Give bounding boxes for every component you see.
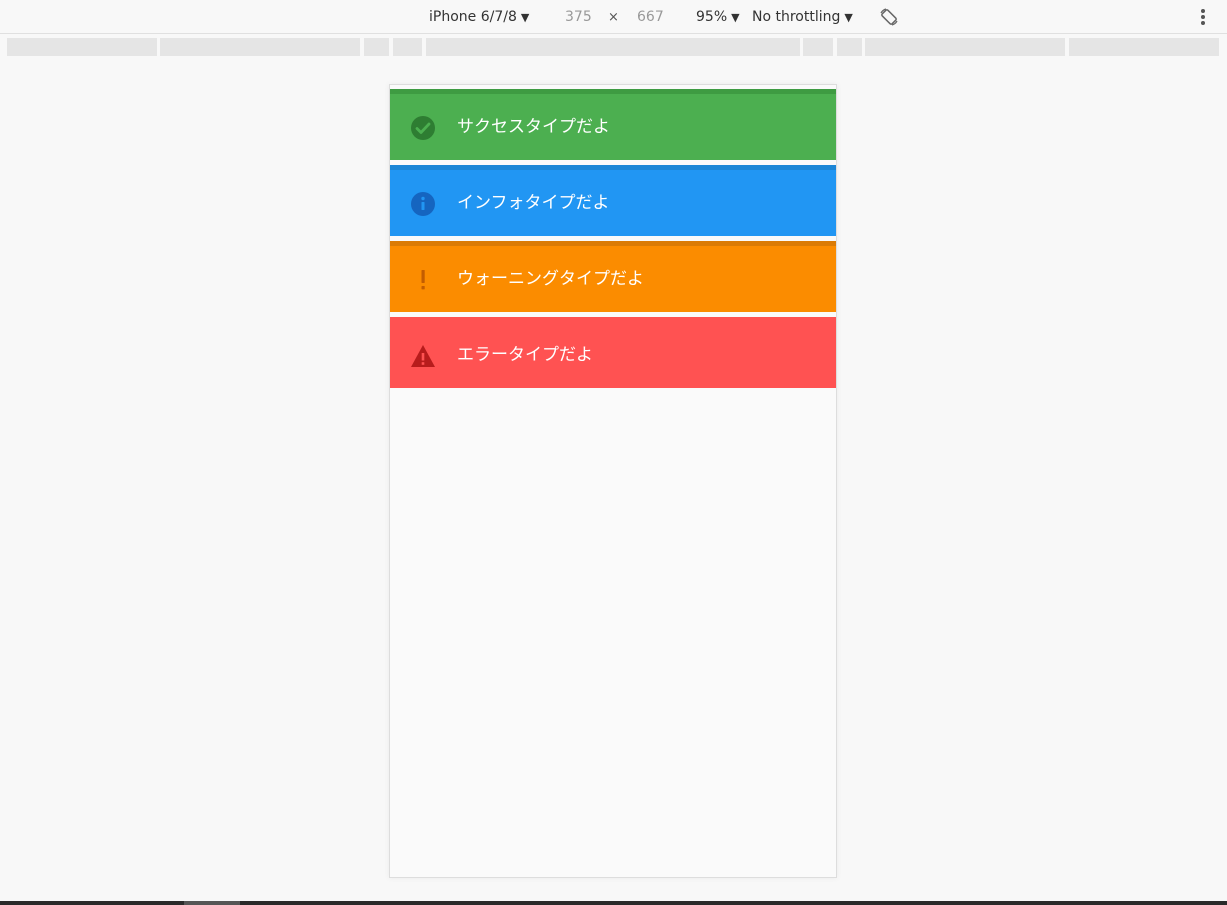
media-query-segment[interactable] bbox=[803, 38, 833, 56]
dimension-separator: × bbox=[608, 10, 619, 25]
devtools-device-emulator: iPhone 6/7/8 ▼ 375 × 667 95% ▼ No throttli… bbox=[0, 0, 1227, 905]
throttling-select[interactable]: No throttling ▼ bbox=[752, 0, 853, 34]
info-icon bbox=[411, 192, 435, 216]
rotate-button[interactable] bbox=[878, 7, 900, 27]
rotate-icon bbox=[880, 8, 898, 26]
device-viewport: サクセスタイプだよ インフォタイプだよ ウォーニングタイプだよ エラータイプだよ bbox=[389, 84, 837, 878]
viewport-height-input[interactable]: 667 bbox=[637, 0, 664, 34]
warning-triangle-icon bbox=[411, 345, 435, 367]
media-query-segment[interactable] bbox=[426, 38, 800, 56]
zoom-caret-icon: ▼ bbox=[731, 11, 740, 24]
device-name: iPhone 6/7/8 bbox=[429, 9, 517, 25]
exclamation-icon bbox=[421, 270, 425, 290]
device-select[interactable]: iPhone 6/7/8 ▼ bbox=[429, 0, 529, 34]
check-circle-icon bbox=[411, 116, 435, 140]
scrollbar-thumb[interactable] bbox=[184, 901, 240, 905]
bottom-scrollbar bbox=[0, 901, 1227, 905]
device-caret-icon: ▼ bbox=[520, 11, 530, 24]
media-query-segment[interactable] bbox=[393, 38, 422, 56]
throttling-value: No throttling bbox=[752, 9, 841, 25]
alert-message: インフォタイプだよ bbox=[457, 193, 610, 213]
media-query-segment[interactable] bbox=[865, 38, 1065, 56]
media-query-segment[interactable] bbox=[1069, 38, 1219, 56]
alert-message: エラータイプだよ bbox=[457, 345, 593, 365]
warning-alert: ウォーニングタイプだよ bbox=[390, 241, 836, 312]
more-options-button[interactable] bbox=[1194, 7, 1212, 27]
media-query-bar bbox=[4, 38, 1222, 56]
media-query-segment[interactable] bbox=[837, 38, 862, 56]
alert-message: ウォーニングタイプだよ bbox=[457, 269, 644, 289]
throttling-caret-icon: ▼ bbox=[844, 11, 853, 24]
alert-message: サクセスタイプだよ bbox=[457, 117, 610, 137]
viewport-width-input[interactable]: 375 bbox=[565, 0, 592, 34]
device-toolbar: iPhone 6/7/8 ▼ 375 × 667 95% ▼ No throttli… bbox=[0, 0, 1227, 34]
media-query-segment[interactable] bbox=[7, 38, 157, 56]
success-alert: サクセスタイプだよ bbox=[390, 89, 836, 160]
media-query-segment[interactable] bbox=[364, 38, 389, 56]
error-alert: エラータイプだよ bbox=[390, 317, 836, 388]
zoom-select[interactable]: 95% ▼ bbox=[696, 0, 740, 34]
info-alert: インフォタイプだよ bbox=[390, 165, 836, 236]
zoom-value: 95% bbox=[696, 9, 728, 25]
media-query-segment[interactable] bbox=[160, 38, 360, 56]
more-vertical-icon bbox=[1201, 9, 1205, 25]
